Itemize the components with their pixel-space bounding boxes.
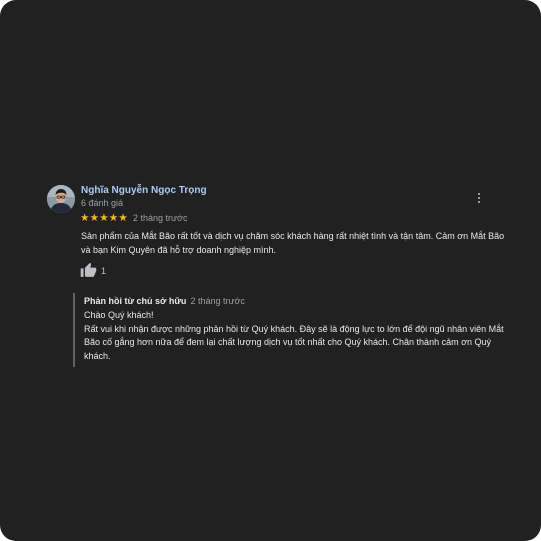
more-options-button[interactable] bbox=[472, 190, 486, 206]
reviewer-avatar-image bbox=[47, 185, 75, 213]
reviewer-name[interactable]: Nghĩa Nguyễn Ngọc Trọng bbox=[81, 185, 207, 196]
owner-reply-time: 2 tháng trước bbox=[190, 296, 245, 306]
owner-reply-text: Chào Quý khách! Rất vui khi nhận được nh… bbox=[84, 309, 504, 363]
avatar[interactable] bbox=[47, 185, 75, 213]
star-icon: ★ bbox=[89, 212, 100, 224]
like-count: 1 bbox=[101, 266, 107, 276]
like-button[interactable] bbox=[80, 262, 97, 279]
thumb-up-icon bbox=[80, 262, 97, 277]
review-text: Sản phẩm của Mắt Bão rất tốt và dịch vụ … bbox=[81, 231, 505, 255]
star-rating: ★ ★ ★ ★ ★ bbox=[80, 211, 128, 225]
star-icon: ★ bbox=[80, 212, 90, 224]
reviewer-review-count: 6 đánh giá bbox=[81, 198, 124, 208]
star-icon: ★ bbox=[118, 212, 128, 224]
owner-reply-greeting: Chào Quý khách! bbox=[84, 310, 154, 320]
owner-reply-header: Phản hồi từ chủ sở hữu 2 tháng trước bbox=[84, 296, 245, 306]
owner-reply-body: Rất vui khi nhận được những phản hồi từ … bbox=[84, 323, 504, 361]
more-vert-icon bbox=[477, 192, 481, 196]
owner-reply-divider bbox=[73, 293, 75, 367]
owner-reply-author: Phản hồi từ chủ sở hữu bbox=[84, 296, 187, 306]
star-icon: ★ bbox=[108, 212, 119, 224]
star-icon: ★ bbox=[99, 212, 109, 224]
review-time: 2 tháng trước bbox=[133, 213, 188, 223]
review-card: Nghĩa Nguyễn Ngọc Trọng 6 đánh giá ★ ★ ★… bbox=[0, 0, 541, 541]
